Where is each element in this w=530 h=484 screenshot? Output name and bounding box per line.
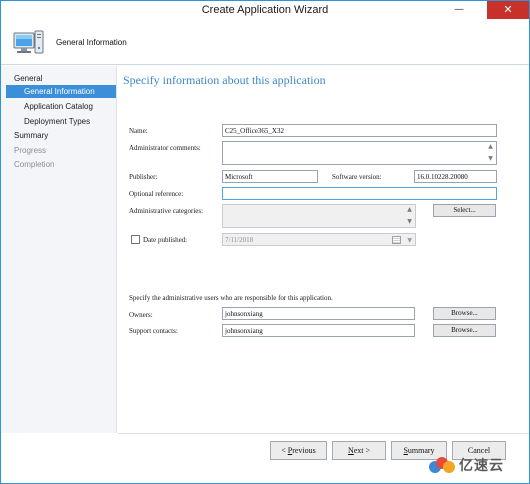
support-contacts-browse-button[interactable]: Browse... — [433, 324, 496, 337]
sidebar-item-deployment-types[interactable]: Deployment Types — [24, 115, 90, 128]
select-categories-button[interactable]: Select... — [433, 204, 496, 217]
owners-label: Owners: — [129, 311, 153, 319]
admin-comments-textarea[interactable]: ▲ ▼ — [222, 141, 497, 165]
watermark-text: 亿速云 — [459, 458, 504, 474]
software-version-input[interactable]: 16.0.10228.20080 — [414, 170, 497, 183]
admin-categories-list: ▲ ▼ — [222, 204, 416, 228]
wizard-sidebar: General General Information Application … — [1, 66, 117, 433]
minimize-button[interactable]: — — [446, 1, 472, 19]
close-button[interactable]: ✕ — [487, 1, 529, 19]
name-input[interactable]: C25_Office365_X32 — [222, 124, 497, 137]
wizard-window: Create Application Wizard — ✕ General In… — [0, 0, 530, 484]
scroll-up-icon[interactable]: ▲ — [486, 143, 495, 151]
admin-comments-label: Administrator comments: — [129, 144, 201, 152]
publisher-label: Publisher: — [129, 173, 158, 181]
optional-reference-input[interactable] — [222, 187, 497, 200]
owners-browse-button[interactable]: Browse... — [433, 307, 496, 320]
owners-input[interactable]: johnsonxiang — [222, 307, 415, 320]
date-published-label: Date published: — [143, 236, 188, 244]
support-contacts-label: Support contacts: — [129, 327, 178, 335]
calendar-icon — [392, 236, 401, 244]
admin-categories-scrollbar: ▲ ▼ — [405, 206, 414, 226]
date-published-picker: 7/11/2018 ▼ — [222, 233, 416, 246]
software-version-label: Software version: — [332, 173, 382, 181]
admin-comments-scrollbar[interactable]: ▲ ▼ — [486, 143, 495, 163]
scroll-down-icon: ▼ — [407, 218, 412, 225]
sidebar-item-progress: Progress — [14, 146, 47, 155]
computer-wizard-icon — [13, 30, 44, 54]
scroll-down-icon[interactable]: ▼ — [486, 155, 495, 163]
next-button[interactable]: Next > — [332, 441, 386, 460]
sidebar-item-general[interactable]: General — [14, 72, 42, 85]
wizard-content: Specify information about this applicati… — [118, 66, 529, 433]
support-contacts-input[interactable]: johnsonxiang — [222, 324, 415, 337]
wizard-header: General Information — [1, 21, 529, 65]
optional-reference-label: Optional reference: — [129, 190, 184, 198]
date-published-checkbox[interactable] — [131, 235, 140, 244]
admin-categories-label: Administrative categories: — [129, 207, 204, 215]
date-published-value: 7/11/2018 — [225, 236, 254, 244]
scroll-up-icon: ▲ — [407, 206, 412, 213]
publisher-input[interactable]: Microsoft — [222, 170, 318, 183]
title-bar: Create Application Wizard — ✕ — [1, 1, 529, 21]
watermark-logo: 亿速云 — [427, 455, 519, 475]
sidebar-item-general-information[interactable]: General Information — [6, 85, 116, 98]
previous-button[interactable]: < Previous — [270, 441, 327, 460]
previous-rest: revious — [292, 446, 316, 455]
chevron-down-icon: ▼ — [407, 237, 412, 244]
summary-rest: ummary — [407, 446, 435, 455]
page-title: Specify information about this applicati… — [123, 73, 326, 87]
sidebar-item-application-catalog[interactable]: Application Catalog — [24, 100, 93, 113]
footer-divider — [118, 433, 529, 434]
next-rest: ext > — [353, 446, 371, 455]
sidebar-item-summary[interactable]: Summary — [14, 129, 48, 142]
admins-section-label: Specify the administrative users who are… — [129, 294, 333, 302]
sidebar-item-completion: Completion — [14, 160, 55, 169]
header-title: General Information — [56, 38, 127, 47]
cloud-logo-icon — [429, 457, 455, 473]
name-label: Name: — [129, 127, 148, 135]
